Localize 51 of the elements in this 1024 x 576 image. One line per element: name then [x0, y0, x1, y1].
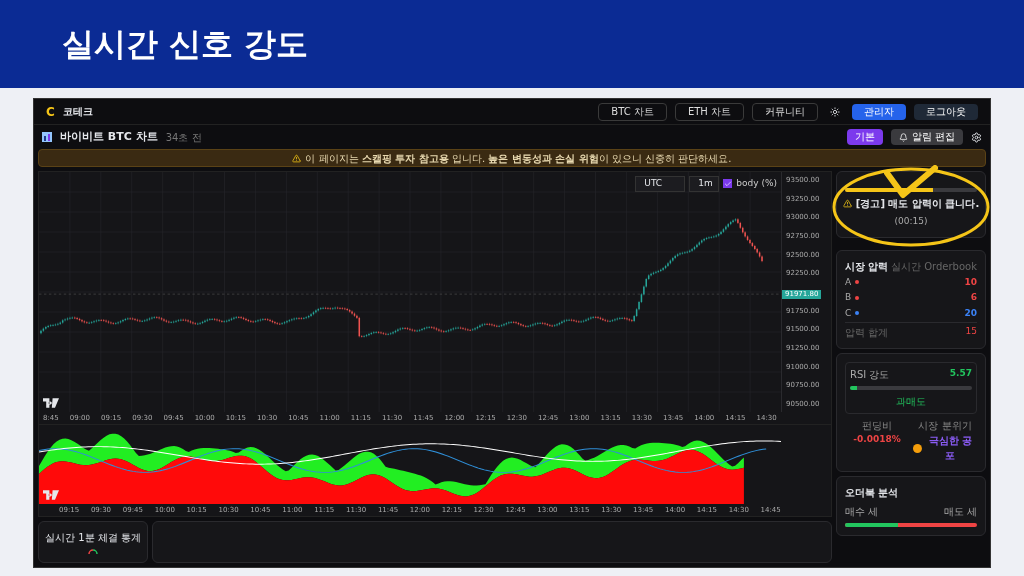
mood-label: 시장 분위기 [917, 419, 973, 433]
total-value: 15 [965, 325, 977, 338]
body-checkbox[interactable] [723, 179, 733, 189]
sell-label: 매도 세 [943, 505, 977, 519]
card-title: 오더북 분석 [845, 486, 900, 500]
nav-button[interactable]: BTC 차트 [598, 102, 667, 121]
toolbar-button[interactable]: 기본 [846, 129, 883, 145]
mood-value: 극심한 공포 [927, 434, 974, 463]
sun-icon [830, 106, 840, 117]
row-value: 6 [970, 291, 977, 304]
signal-warning: [경고] 매도 압력이 큽니다. [855, 197, 980, 211]
logo[interactable]: C [46, 102, 55, 121]
rsi-label: RSI 강도 [850, 368, 890, 382]
tv-logo-icon [43, 490, 59, 500]
notice-text: 이 페이지는 스캘핑 투자 참고용 입니다. 높은 변동성과 손실 위험이 있으니 신중히 판단하세요. [305, 151, 732, 166]
checkbox-label: body (%) [736, 177, 777, 190]
nav-button[interactable]: 관리자 [852, 103, 906, 120]
row-label: B [845, 291, 852, 304]
emoji-icon [913, 443, 922, 453]
tv-logo-icon [43, 398, 59, 408]
total-label: 압력 합계 [845, 326, 889, 340]
buy-label: 매수 세 [845, 505, 879, 519]
row-label: A [845, 275, 852, 289]
funding-label: 펀딩비 [861, 419, 893, 433]
chart-icon [42, 132, 52, 142]
warning-icon [292, 153, 302, 163]
interval-select[interactable]: 1m [689, 176, 720, 192]
nav-button[interactable]: ETH 차트 [674, 102, 744, 121]
brand-name: 코테크 [62, 105, 93, 119]
rsi-state: 과매도 [895, 395, 927, 409]
page-title: 바이비트 BTC 차트 [60, 128, 158, 145]
slide-title: 실시간 신호 강도 [62, 24, 309, 65]
warning-icon [842, 199, 852, 208]
rsi-value: 5.57 [949, 367, 972, 380]
stats-title: 실시간 1분 체결 통계 [45, 531, 141, 545]
signal-time: (00:15) [894, 215, 928, 228]
row-label: C [845, 306, 852, 320]
card-subtitle: 실시간 Orderbook [891, 259, 977, 274]
nav-button[interactable]: 커뮤니티 [752, 102, 818, 121]
settings-icon [971, 131, 982, 143]
timezone-select[interactable]: UTC [635, 176, 686, 192]
row-value: 10 [964, 275, 977, 289]
settings-button[interactable] [971, 131, 982, 143]
bell-icon [898, 132, 908, 142]
updated-time: 34초 전 [165, 130, 202, 145]
card-title: 시장 압력 [845, 259, 889, 274]
checkmark-annotation [884, 165, 938, 198]
row-value: 20 [964, 306, 977, 320]
funding-value: -0.0018% [852, 433, 902, 446]
toolbar-button[interactable]: 알림 편집 [890, 129, 963, 145]
nav-button[interactable]: 로그아웃 [914, 103, 978, 120]
